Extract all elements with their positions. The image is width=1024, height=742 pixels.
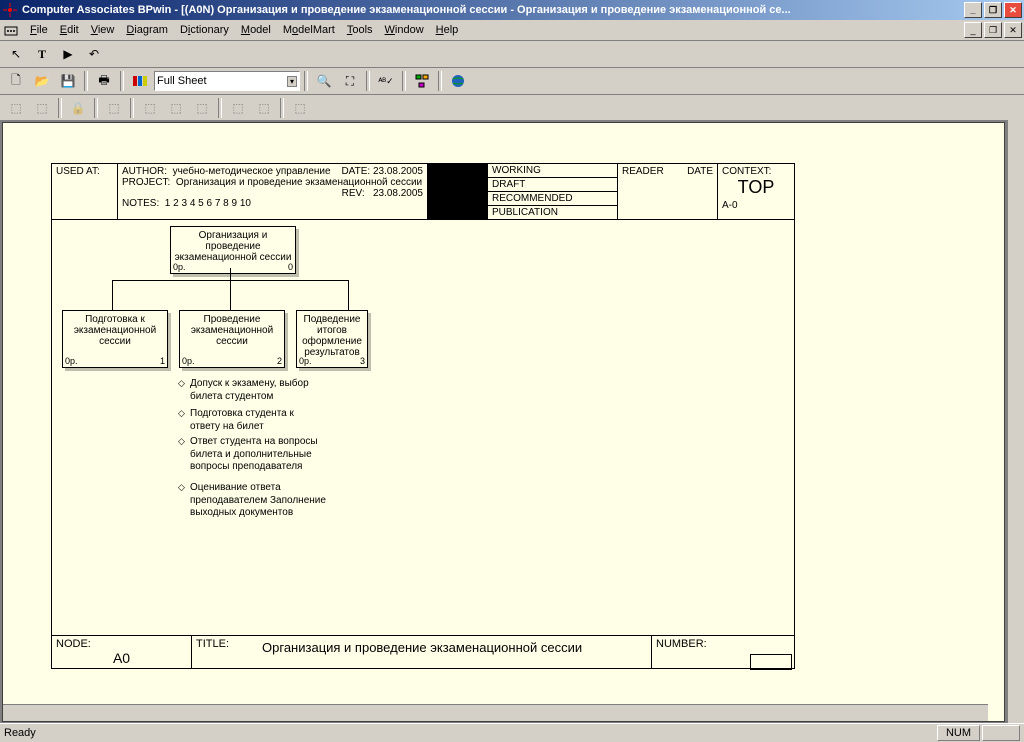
- mm-icon-7: ⬚: [226, 96, 250, 120]
- app-icon: [2, 2, 18, 18]
- sheet-footer: NODE: A0 TITLE: Организация и проведение…: [52, 635, 794, 668]
- play-icon[interactable]: ▶: [56, 42, 80, 66]
- footer-title-cell: TITLE: Организация и проведение экзамена…: [192, 636, 652, 668]
- tree-icon[interactable]: [410, 69, 434, 93]
- mm-lock-icon: 🔒: [66, 96, 90, 120]
- toolbar-main: 🗋 📂 💾 🖶 Full Sheet 🔍 ⛶ ᴬᴮ✓: [0, 68, 1024, 95]
- idef-sheet: USED AT: AUTHOR: учебно-методическое упр…: [51, 163, 795, 669]
- print-icon[interactable]: 🖶: [92, 69, 116, 93]
- subitem-4: Оценивание ответа преподавателем Заполне…: [180, 482, 330, 520]
- status-num: NUM: [937, 725, 980, 741]
- context-cell: CONTEXT: TOP A-0: [718, 164, 794, 219]
- menu-dictionary[interactable]: Dictionary: [174, 22, 235, 38]
- status-ready: Ready: [4, 727, 36, 739]
- spellcheck-icon[interactable]: ᴬᴮ✓: [374, 69, 398, 93]
- node-1[interactable]: Подготовка к экзаменационной сессии 0р.1: [62, 310, 168, 368]
- mm-icon-4: ⬚: [138, 96, 162, 120]
- mm-icon-3: ⬚: [102, 96, 126, 120]
- mm-icon-2: ⬚: [30, 96, 54, 120]
- menu-view[interactable]: View: [85, 22, 121, 38]
- text-tool-icon[interactable]: T: [30, 42, 54, 66]
- undo-icon[interactable]: ↶: [82, 42, 106, 66]
- pointer-tool-icon[interactable]: ↖: [4, 42, 28, 66]
- menu-window[interactable]: Window: [379, 22, 430, 38]
- diagram-canvas[interactable]: USED AT: AUTHOR: учебно-методическое упр…: [2, 122, 1005, 722]
- mm-icon-8: ⬚: [252, 96, 276, 120]
- menu-file[interactable]: File: [24, 22, 54, 38]
- footer-number-cell: NUMBER:: [652, 636, 794, 668]
- mm-icon-6: ⬚: [190, 96, 214, 120]
- used-at-cell: USED AT:: [52, 164, 118, 219]
- status-rows: WORKING DRAFT RECOMMENDED PUBLICATION: [488, 164, 618, 219]
- author-cell: AUTHOR: учебно-методическое управление D…: [118, 164, 428, 219]
- mm-icon-1: ⬚: [4, 96, 28, 120]
- node-3[interactable]: Подведение итогов оформление результатов…: [296, 310, 368, 368]
- sheet-body: Организация и проведение экзаменационной…: [52, 220, 794, 635]
- node-2[interactable]: Проведение экзаменационной сессии 0р.2: [179, 310, 285, 368]
- mm-icon-5: ⬚: [164, 96, 188, 120]
- menu-modelmart[interactable]: ModelMart: [277, 22, 341, 38]
- zoom-in-icon[interactable]: 🔍: [312, 69, 336, 93]
- menu-diagram[interactable]: Diagram: [120, 22, 174, 38]
- status-empty-cell: [982, 725, 1020, 741]
- minimize-button[interactable]: _: [964, 2, 982, 18]
- save-icon[interactable]: 💾: [56, 69, 80, 93]
- footer-node-cell: NODE: A0: [52, 636, 192, 668]
- mdi-restore-button[interactable]: ❐: [984, 22, 1002, 38]
- reader-cell: READERDATE: [618, 164, 718, 219]
- header-black-cell: [428, 164, 488, 219]
- zoom-combo[interactable]: Full Sheet: [154, 71, 300, 91]
- menu-edit[interactable]: Edit: [54, 22, 85, 38]
- child-window-icon: [4, 23, 18, 37]
- title-bar: Computer Associates BPwin - [(A0N) Орган…: [0, 0, 1024, 20]
- subitem-1: Допуск к экзамену, выбор билета студенто…: [180, 378, 320, 403]
- subitem-2: Подготовка студента к ответу на билет: [180, 408, 320, 433]
- close-button[interactable]: ✕: [1004, 2, 1022, 18]
- node-root[interactable]: Организация и проведение экзаменационной…: [170, 226, 296, 274]
- v-scrollbar[interactable]: [1007, 120, 1024, 724]
- menu-bar: File Edit View Diagram Dictionary Model …: [0, 20, 1024, 41]
- mm-icon-9: ⬚: [288, 96, 312, 120]
- status-bar: Ready NUM: [0, 723, 1024, 742]
- window-title: Computer Associates BPwin - [(A0N) Орган…: [22, 4, 791, 16]
- zoom-area-icon[interactable]: ⛶: [338, 69, 362, 93]
- menu-model[interactable]: Model: [235, 22, 277, 38]
- toolbar-draw: ↖ T ▶ ↶: [0, 41, 1024, 68]
- toolbar-modelmart: ⬚ ⬚ 🔒 ⬚ ⬚ ⬚ ⬚ ⬚ ⬚ ⬚: [0, 95, 1024, 122]
- new-icon[interactable]: 🗋: [4, 69, 28, 93]
- menu-tools[interactable]: Tools: [341, 22, 379, 38]
- mdi-minimize-button[interactable]: _: [964, 22, 982, 38]
- mdi-close-button[interactable]: ✕: [1004, 22, 1022, 38]
- sheet-header: USED AT: AUTHOR: учебно-методическое упр…: [52, 164, 794, 220]
- palette-icon[interactable]: [128, 69, 152, 93]
- maximize-button[interactable]: ❐: [984, 2, 1002, 18]
- globe-icon[interactable]: [446, 69, 470, 93]
- h-scrollbar[interactable]: [3, 704, 988, 721]
- work-area: USED AT: AUTHOR: учебно-методическое упр…: [0, 120, 1024, 724]
- menu-help[interactable]: Help: [430, 22, 465, 38]
- subitem-3: Ответ студента на вопросы билета и допол…: [180, 436, 330, 474]
- open-icon[interactable]: 📂: [30, 69, 54, 93]
